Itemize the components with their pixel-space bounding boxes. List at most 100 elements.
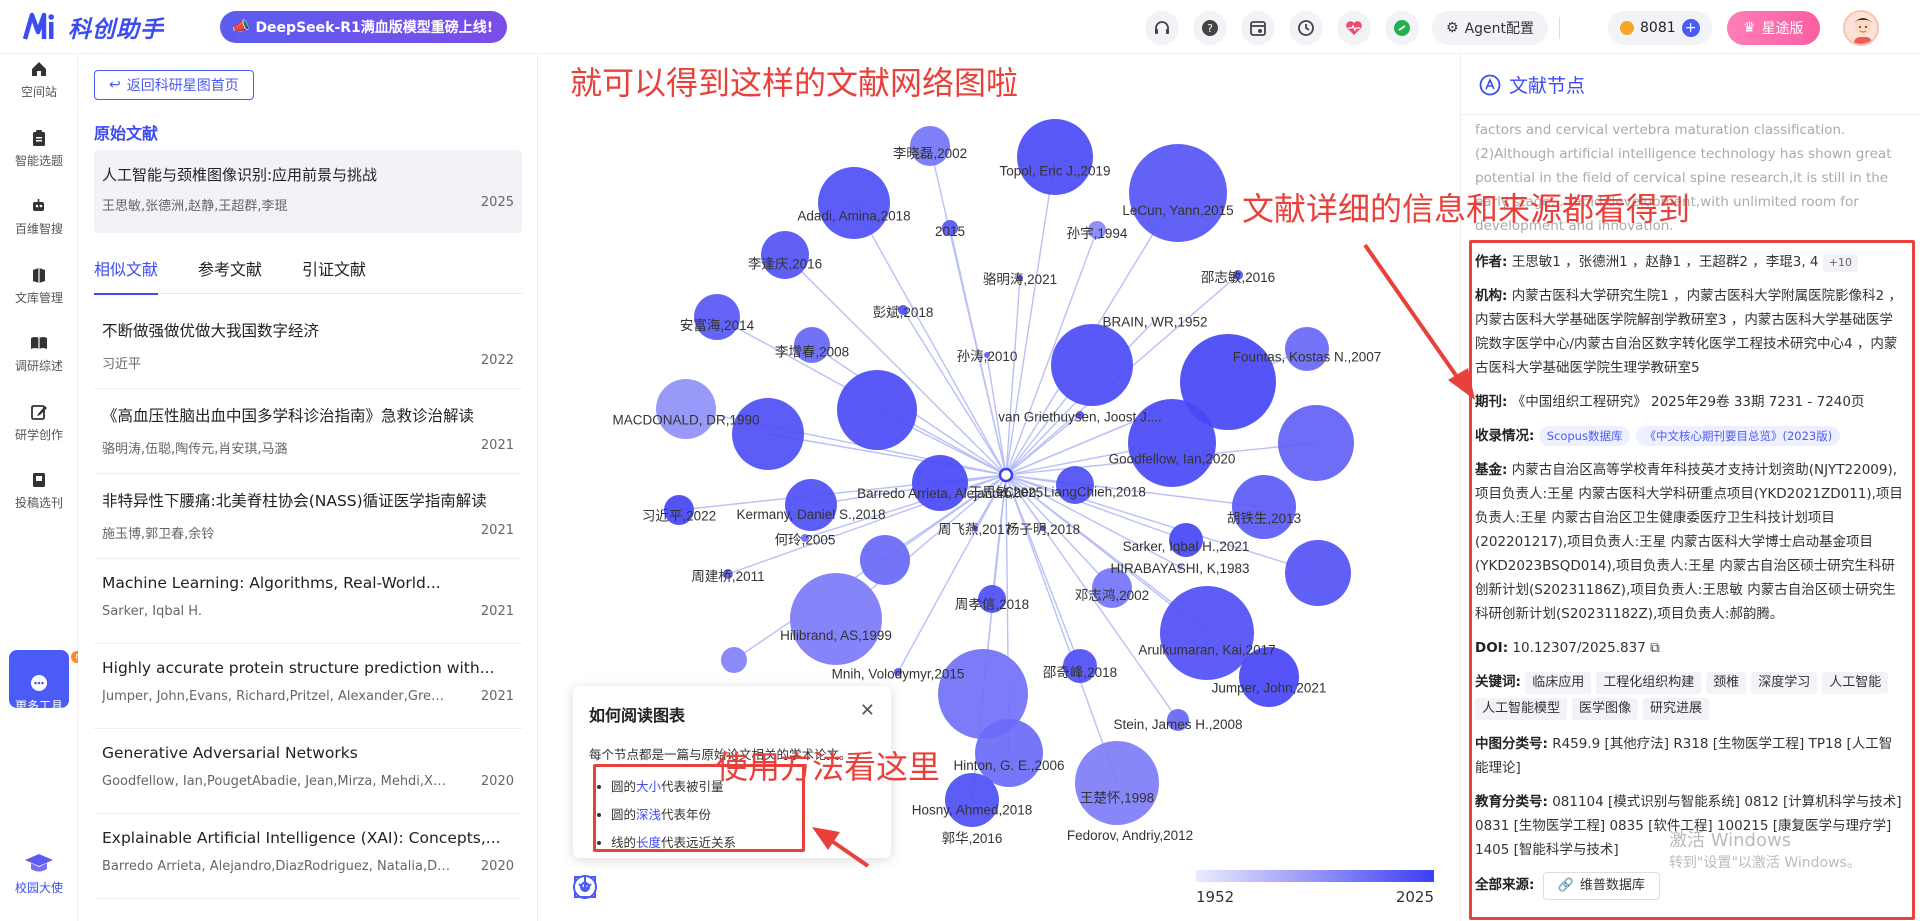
- graph-node[interactable]: [860, 535, 910, 585]
- graph-node[interactable]: [790, 573, 882, 665]
- graph-node[interactable]: [785, 479, 837, 531]
- graph-node[interactable]: [721, 647, 747, 673]
- graph-node[interactable]: [837, 370, 917, 450]
- node-label: 胡铁生,2013: [1227, 511, 1301, 526]
- promo-banner[interactable]: 📣 DeepSeek-R1满血版模型重磅上线!: [220, 10, 508, 43]
- node-label: Stein, James H.,2008: [1113, 717, 1242, 732]
- graph-node[interactable]: [656, 379, 716, 439]
- doc-authors: 施玉博,郭卫春,余铃: [102, 527, 215, 542]
- back-to-home-button[interactable]: ↩ 返回科研星图首页: [94, 70, 254, 100]
- graph-node[interactable]: [945, 773, 999, 827]
- center-node[interactable]: [998, 467, 1014, 483]
- list-item[interactable]: 《高血压性脑出血中国多学科诊治指南》急救诊治解读 骆明涛,伍聪,陶传元,肖安琪,马…: [94, 389, 522, 474]
- graph-node[interactable]: [1075, 741, 1159, 825]
- graph-node[interactable]: [1232, 475, 1296, 539]
- doc-authors: 骆明涛,伍聪,陶传元,肖安琪,马潞: [102, 442, 288, 457]
- graph-node[interactable]: [761, 231, 809, 279]
- coin-balance[interactable]: 8081 +: [1608, 11, 1712, 45]
- tab-similar[interactable]: 相似文献: [94, 258, 159, 295]
- doc-year: 2020: [480, 859, 514, 874]
- node-label: 习近平,2022: [642, 508, 716, 523]
- graph-node[interactable]: [1051, 324, 1133, 406]
- original-paper-card[interactable]: 人工智能与颈椎图像识别:应用前景与挑战 王思敏,张德洲,赵静,王超群,李琨 20…: [94, 150, 522, 233]
- gear-icon: ⚙: [1446, 20, 1459, 36]
- top-bar: 科创助手 📣 DeepSeek-R1满血版模型重磅上线! ? ⚙ Agent配置…: [0, 0, 1920, 54]
- edit-icon: [31, 405, 47, 420]
- graph-node[interactable]: [1017, 119, 1093, 195]
- year-legend: 1952 2025: [1196, 870, 1434, 906]
- graph-edge: [902, 309, 1007, 476]
- nav-campus-ambassador[interactable]: 校园大使: [0, 852, 78, 896]
- graph-node[interactable]: [694, 294, 740, 340]
- tab-citations[interactable]: 引证文献: [302, 258, 366, 294]
- doc-year: 2022: [480, 353, 514, 368]
- nav-library[interactable]: 文库管理: [0, 266, 78, 306]
- list-item[interactable]: Machine Learning: Algorithms, Real-World…: [94, 559, 522, 644]
- agent-config-label: Agent配置: [1464, 21, 1535, 37]
- logo-icon: [22, 12, 54, 40]
- link-badge-icon[interactable]: [1385, 11, 1419, 45]
- doc-title: Machine Learning: Algorithms, Real-World…: [102, 574, 441, 592]
- node-icon: [1479, 74, 1501, 95]
- divider: [1559, 17, 1560, 39]
- doc-title: Explainable Artificial Intelligence (XAI…: [102, 829, 501, 847]
- list-item[interactable]: Explainable Artificial Intelligence (XAI…: [94, 814, 522, 899]
- nav-space-station[interactable]: 空间站: [0, 60, 78, 100]
- list-item[interactable]: Generative Adversarial Networks Goodfello…: [94, 729, 522, 814]
- help-circle-icon[interactable]: ?: [1193, 11, 1227, 45]
- graph-node[interactable]: [1129, 144, 1227, 242]
- focus-icon[interactable]: [574, 874, 660, 906]
- graph-node[interactable]: [818, 167, 890, 239]
- graph-node[interactable]: [732, 398, 804, 470]
- headset-icon[interactable]: [1145, 11, 1179, 45]
- node-label: Goodfellow, Ian,2020: [1109, 451, 1236, 466]
- node-label: 孙宇,1994: [1067, 226, 1128, 241]
- node-label: 何玲,2005: [775, 532, 836, 547]
- node-label: 邓志鸿,2002: [1075, 587, 1149, 603]
- graph-edge: [1005, 277, 1021, 476]
- clipboard-icon: [33, 130, 45, 146]
- node-label: Fountas, Kostas N.,2007: [1233, 350, 1382, 365]
- node-label: Fedorov, Andriy,2012: [1067, 828, 1193, 843]
- node-label: 邵志敏,2016: [1201, 270, 1275, 285]
- doc-authors: Barredo Arrieta, Alejandro,DiazRodriguez…: [102, 859, 452, 874]
- close-icon[interactable]: ✕: [860, 700, 875, 721]
- svg-text:?: ?: [1207, 22, 1213, 35]
- agent-config-button[interactable]: ⚙ Agent配置: [1432, 11, 1549, 45]
- nav-submission[interactable]: 投稿选刊: [0, 471, 78, 511]
- calendar-icon[interactable]: [1241, 11, 1275, 45]
- app-logo[interactable]: 科创助手: [22, 10, 164, 44]
- doc-title: 非特异性下腰痛:北美脊柱协会(NASS)循证医学指南解读: [102, 492, 487, 510]
- node-label: 邵奇峰,2018: [1043, 664, 1117, 680]
- avatar[interactable]: [1843, 10, 1879, 46]
- nav-more-tools[interactable]: more 更多工具: [0, 650, 103, 714]
- nav-survey[interactable]: 调研综述: [0, 334, 78, 374]
- node-label: LeCun, Yann,2015: [1122, 203, 1233, 218]
- list-item[interactable]: 非特异性下腰痛:北美脊柱协会(NASS)循证医学指南解读 施玉博,郭卫春,余铃 20…: [94, 474, 522, 559]
- graph-node[interactable]: [912, 455, 968, 511]
- more-tools-icon: [31, 675, 47, 691]
- download-icon[interactable]: [574, 874, 716, 906]
- literature-tabs: 相似文献 参考文献 引证文献: [94, 258, 522, 295]
- node-label: 李晓磊,2002: [893, 146, 967, 161]
- nav-writing[interactable]: 研学创作: [0, 403, 78, 443]
- tab-references[interactable]: 参考文献: [198, 258, 262, 294]
- vip-button[interactable]: ♛ 星途版: [1727, 11, 1820, 45]
- list-item[interactable]: Highly accurate protein structure predic…: [94, 644, 522, 729]
- detail-header: 文献节点: [1479, 71, 1585, 98]
- original-paper-year: 2025: [480, 195, 514, 210]
- nav-topic-selection[interactable]: 智能选题: [0, 129, 78, 169]
- coin-count: 8081: [1640, 20, 1676, 36]
- graph-node[interactable]: [1278, 405, 1354, 481]
- nav-label: 研学创作: [14, 428, 63, 442]
- graph-node[interactable]: [1285, 540, 1351, 606]
- annotation-right: 文献详细的信息和来源都看得到: [1242, 190, 1691, 228]
- graph-node[interactable]: [1160, 586, 1254, 680]
- node-label: Adadi, Amina,2018: [797, 209, 910, 224]
- history-icon[interactable]: [1289, 11, 1323, 45]
- nav-label: 文库管理: [14, 291, 63, 305]
- list-item[interactable]: 不断做强做优做大我国数字经济 习近平 2022: [94, 304, 522, 389]
- nav-smart-search[interactable]: 百维智搜: [0, 197, 78, 237]
- add-coins-icon[interactable]: +: [1681, 19, 1700, 37]
- heart-pulse-icon[interactable]: [1337, 11, 1371, 45]
